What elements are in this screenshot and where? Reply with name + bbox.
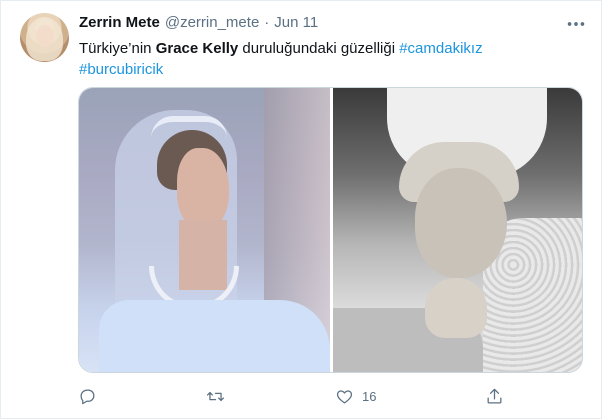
author-name[interactable]: Zerrin Mete — [79, 14, 160, 31]
avatar[interactable] — [20, 13, 69, 62]
praying-hands — [425, 278, 487, 338]
tweet-card[interactable]: Zerrin Mete @zerrin_mete · Jun 11 Türkiy… — [0, 0, 602, 419]
media-photo-right[interactable] — [333, 88, 582, 372]
tweet-text-part1: Türkiye’nin — [79, 40, 156, 57]
bride-face — [415, 168, 507, 278]
tweet-actions: 16 — [78, 385, 583, 407]
tweet-header: Zerrin Mete @zerrin_mete · Jun 11 — [79, 14, 318, 36]
retweet-icon — [206, 391, 225, 401]
like-count: 16 — [362, 388, 377, 404]
separator-dot: · — [264, 14, 270, 31]
avatar-face — [36, 25, 54, 47]
more-icon-svg — [567, 22, 585, 26]
author-handle[interactable]: @zerrin_mete — [165, 14, 259, 31]
reply-button[interactable] — [78, 385, 97, 407]
heart-icon — [336, 389, 353, 403]
share-button[interactable] — [485, 385, 504, 407]
like-button[interactable]: 16 — [335, 385, 376, 407]
share-icon — [487, 388, 502, 403]
retweet-button[interactable] — [206, 385, 225, 407]
bride-dress — [99, 300, 330, 372]
media-photo-left[interactable] — [79, 88, 330, 372]
tiara — [151, 116, 227, 138]
tweet-text-part2: duruluğundaki güzelliği — [238, 40, 400, 57]
bride-face — [177, 148, 229, 230]
tweet-text: Türkiye’nin Grace Kelly duruluğundaki gü… — [79, 38, 579, 80]
tweet-timestamp[interactable]: Jun 11 — [274, 14, 318, 31]
reply-icon — [80, 389, 95, 404]
tweet-text-bold: Grace Kelly — [155, 40, 239, 57]
hashtag-link-1[interactable]: #camdakikız — [399, 40, 482, 57]
hashtag-link-2[interactable]: #burcubiricik — [79, 61, 163, 78]
more-icon[interactable] — [563, 13, 589, 35]
tweet-media[interactable] — [78, 87, 583, 373]
